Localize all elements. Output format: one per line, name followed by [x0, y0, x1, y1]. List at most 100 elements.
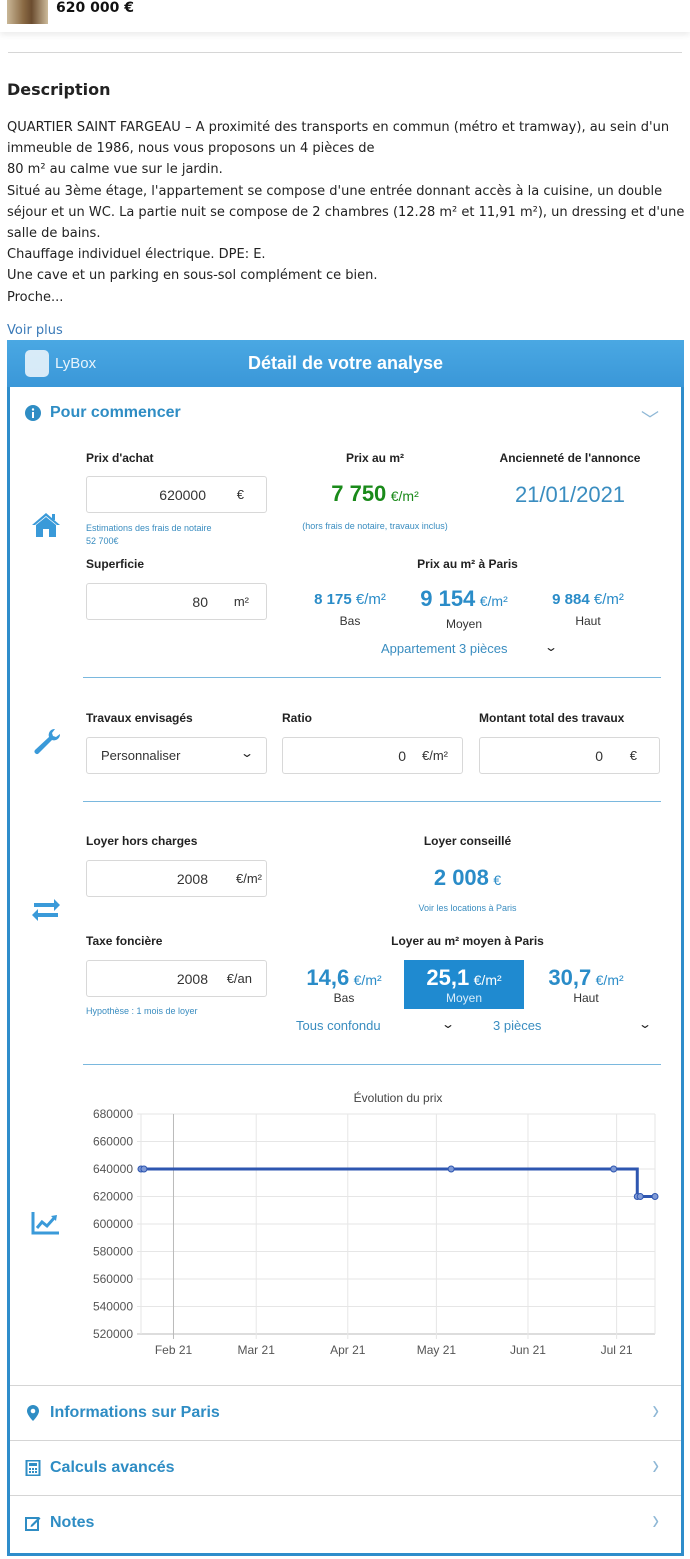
bas-label: Bas	[333, 991, 355, 1005]
loyer-moyen[interactable]: 25,1 €/m² Moyen	[404, 965, 524, 1005]
data-point	[636, 1193, 644, 1200]
loyer-input[interactable]: 2008 €/m²	[86, 860, 267, 897]
anciennete-value: 21/01/2021	[514, 482, 626, 507]
exchange-arrows-icon	[32, 899, 60, 921]
chevron-down-icon[interactable]: ﹀	[641, 406, 659, 432]
ratio-unit: €/m²	[422, 748, 448, 763]
prix-paris-moyen-value: 9 154	[420, 586, 476, 611]
section-pour-commencer[interactable]: Pour commencer ﹀	[10, 390, 681, 438]
prix-m2-label: Prix au m²	[345, 451, 405, 465]
section-informations-paris[interactable]: Informations sur Paris ›	[10, 1385, 681, 1440]
description-line: 80 m² au calme vue sur le jardin.	[7, 162, 223, 178]
prix-paris-moyen: 9 154 €/m² Moyen	[404, 586, 524, 631]
notaire-note: Estimations des frais de notaire 52 700€	[86, 522, 212, 548]
prix-achat-value: 620000	[159, 487, 206, 503]
section-label: Informations sur Paris	[50, 1404, 220, 1421]
loyer-conseille: 2 008 €	[370, 865, 565, 891]
y-tick-label: 540000	[93, 1300, 133, 1314]
loyer-value: 2008	[176, 871, 208, 887]
loyer-bas[interactable]: 14,6 €/m² Bas	[284, 965, 404, 1005]
taxe-fonciere-label: Taxe foncière	[86, 934, 163, 948]
loyer-conseille-label: Loyer conseillé	[423, 834, 512, 848]
notaire-note-value: 52 700€	[86, 536, 119, 546]
series-line	[141, 1167, 655, 1198]
chart-line-icon	[31, 1212, 59, 1235]
edit-icon	[25, 1517, 41, 1531]
data-point	[447, 1165, 455, 1173]
description-line: séjour et un WC. La partie nuit se compo…	[7, 204, 685, 220]
chart-title: Évolution du prix	[354, 1090, 443, 1105]
wrench-icon	[34, 728, 61, 754]
moyen-label: Moyen	[445, 991, 483, 1005]
y-tick-label: 680000	[93, 1107, 133, 1121]
prix-paris-bas-value: 8 175	[314, 591, 352, 608]
taxe-fonciere-value: 2008	[176, 971, 208, 987]
section-label: Notes	[50, 1514, 95, 1531]
section-notes[interactable]: Notes ›	[10, 1495, 681, 1550]
section-calculs-avances[interactable]: Calculs avancés ›	[10, 1440, 681, 1495]
chevron-right-icon: ›	[652, 1505, 659, 1537]
loyer-haut[interactable]: 30,7 €/m² Haut	[526, 965, 646, 1005]
voir-plus-link[interactable]: Voir plus	[7, 323, 63, 338]
divider	[8, 52, 682, 53]
loyer-bas-value: 14,6	[306, 965, 350, 990]
unit: €/m²	[355, 591, 386, 608]
unit: €/m²	[593, 591, 624, 608]
montant-travaux-value: 0	[595, 748, 603, 764]
chevron-right-icon: ›	[652, 1395, 659, 1427]
loyer-pieces-select[interactable]: 3 pièces	[493, 1018, 541, 1033]
montant-travaux-input[interactable]: 0 €	[479, 737, 660, 774]
panel-title: Détail de votre analyse	[247, 353, 444, 373]
hypothese-note: Hypothèse : 1 mois de loyer	[86, 1006, 198, 1016]
listing-price: 620 000 €	[56, 0, 134, 16]
prix-paris-bas: 8 175 €/m² Bas	[290, 591, 410, 628]
y-tick-label: 640000	[93, 1162, 133, 1176]
chevron-down-icon[interactable]: ⌄	[544, 640, 558, 654]
travaux-select[interactable]: Personnaliser ⌄	[86, 737, 267, 774]
type-bien-select[interactable]: Appartement 3 pièces	[381, 641, 507, 656]
x-tick-label: Jul 21	[601, 1343, 633, 1357]
section-title: Pour commencer	[50, 404, 181, 421]
chevron-down-icon[interactable]: ⌄	[638, 1017, 652, 1031]
chevron-down-icon[interactable]: ⌄	[441, 1017, 455, 1031]
x-tick-label: May 21	[417, 1343, 457, 1357]
data-point	[651, 1193, 659, 1200]
info-icon	[25, 405, 41, 421]
loyer-conseille-value: 2 008	[433, 865, 489, 890]
home-icon	[32, 513, 60, 537]
description-title: Description	[7, 80, 111, 99]
haut-label: Haut	[573, 991, 599, 1005]
superficie-value: 80	[192, 594, 208, 610]
map-marker-icon	[27, 1405, 39, 1421]
travaux-label: Travaux envisagés	[86, 711, 193, 725]
panel-header: LyBox Détail de votre analyse	[7, 340, 684, 387]
prix-paris-label: Prix au m² à Paris	[417, 557, 518, 571]
chevron-down-icon: ⌄	[239, 746, 255, 760]
loyer-type-select[interactable]: Tous confondu	[296, 1018, 381, 1033]
x-tick-label: Jun 21	[510, 1343, 546, 1357]
voir-locations-link[interactable]: Voir les locations à Paris	[370, 902, 565, 915]
superficie-label: Superficie	[86, 557, 145, 571]
section-label: Calculs avancés	[50, 1459, 175, 1476]
notaire-note-label: Estimations des frais de notaire	[86, 523, 212, 533]
moyen-label: Moyen	[445, 617, 483, 631]
calculator-icon	[25, 1460, 41, 1476]
listing-thumbnail[interactable]	[7, 0, 48, 24]
price-evolution-chart: Évolution du prix 520000 540000 560000 58000…	[93, 1090, 659, 1357]
ratio-input[interactable]: 0 €/m²	[282, 737, 463, 774]
analysis-panel: LyBox Détail de votre analyse Pour comme…	[7, 340, 684, 1556]
y-tick-label: 560000	[93, 1272, 133, 1286]
description-line: immeuble de 1986, nous vous proposons un…	[7, 141, 375, 157]
prix-achat-input[interactable]: 620000 €	[86, 476, 267, 513]
travaux-select-value: Personnaliser	[101, 748, 181, 763]
y-tick-label: 520000	[93, 1327, 133, 1341]
loyer-unit: €/m²	[236, 871, 262, 886]
prix-achat-label: Prix d'achat	[86, 451, 154, 465]
superficie-input[interactable]: 80 m²	[86, 583, 267, 620]
ratio-value: 0	[398, 748, 406, 764]
taxe-fonciere-unit: €/an	[226, 971, 252, 986]
prix-m2-note: (hors frais de notaire, travaux inclus)	[302, 521, 448, 531]
y-tick-label: 660000	[93, 1135, 133, 1149]
prix-m2: 7 750 €/m²	[280, 481, 470, 507]
taxe-fonciere-input[interactable]: 2008 €/an	[86, 960, 267, 997]
